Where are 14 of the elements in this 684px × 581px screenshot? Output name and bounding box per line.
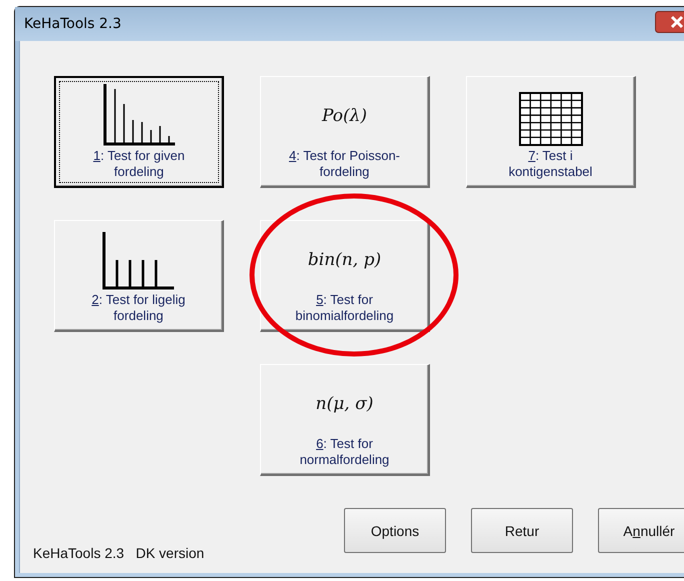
window-title: KeHaTools 2.3 (24, 16, 122, 32)
dialog-button[interactable]: Annullér (598, 508, 684, 553)
dialog-button[interactable]: Options (344, 508, 446, 553)
bar-chart-icon (101, 232, 176, 290)
test-button[interactable]: 1: Test for given fordeling (54, 76, 224, 188)
bar-chart-icon (102, 84, 176, 146)
grid-icon (518, 92, 582, 146)
test-button[interactable]: Po(λ) 4: Test for Poisson- fordeling (260, 76, 430, 188)
version-label: KeHaTools 2.3 DK version (33, 545, 204, 561)
test-button[interactable]: 7: Test i kontigenstabel (466, 76, 636, 188)
test-button[interactable]: 2: Test for ligelig fordeling (54, 220, 224, 332)
test-button[interactable]: n(μ, σ) 6: Test for normalfordeling (260, 364, 430, 476)
test-button[interactable]: bin(n, p) 5: Test for binomialfordeling (260, 220, 430, 332)
dialog-button[interactable]: Retur (471, 508, 573, 553)
